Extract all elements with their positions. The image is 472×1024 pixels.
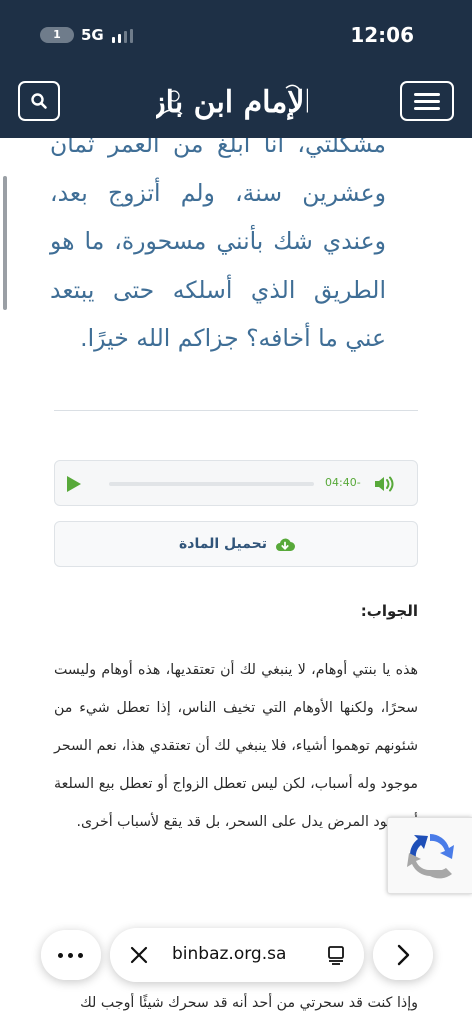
audio-time-remaining: 04:40- [325, 476, 361, 489]
search-button[interactable] [18, 81, 60, 121]
audio-player: 04:40- [54, 460, 418, 506]
answer-text: هذه يا بنتي أوهام، لا ينبغي لك أن تعتقدي… [54, 662, 418, 830]
search-icon [31, 93, 47, 109]
logo-text: الإمام ابن باز [156, 85, 308, 121]
reader-icon[interactable] [326, 945, 346, 965]
network-type: 5G [81, 26, 104, 44]
more-button[interactable] [41, 930, 101, 980]
more-icon [58, 953, 63, 958]
answer-heading: الجواب: [360, 602, 418, 620]
address-bar[interactable]: binbaz.org.sa [110, 928, 364, 982]
play-icon[interactable] [67, 476, 81, 492]
divider [54, 410, 418, 411]
url-text[interactable]: binbaz.org.sa [172, 942, 286, 966]
download-button[interactable]: تحميل المادة [54, 521, 418, 567]
recaptcha-icon [407, 834, 454, 879]
signal-bars-icon [112, 29, 136, 43]
clock: 12:06 [350, 23, 414, 47]
scroll-indicator[interactable] [3, 176, 7, 310]
status-bar: 1 5G 12:06 [0, 0, 472, 68]
recaptcha-badge[interactable] [387, 817, 472, 894]
question-text: مشكلتي، أنا أبلغ من العمر ثمان وعشرين سن… [50, 130, 386, 352]
close-icon[interactable] [128, 944, 150, 966]
menu-button[interactable] [400, 81, 454, 121]
cloud-download-icon [276, 538, 295, 551]
chevron-right-icon [397, 944, 410, 966]
download-label: تحميل المادة [179, 536, 267, 552]
forward-button[interactable] [373, 930, 433, 980]
hamburger-menu-icon [414, 93, 440, 96]
status-badge: 1 [40, 27, 74, 43]
volume-icon[interactable] [373, 475, 395, 493]
audio-progress-bar[interactable] [109, 482, 314, 486]
answer-continuation: وإذا كنت قد سحرتي من أحد أنه قد سحرك شيئ… [80, 995, 418, 1011]
